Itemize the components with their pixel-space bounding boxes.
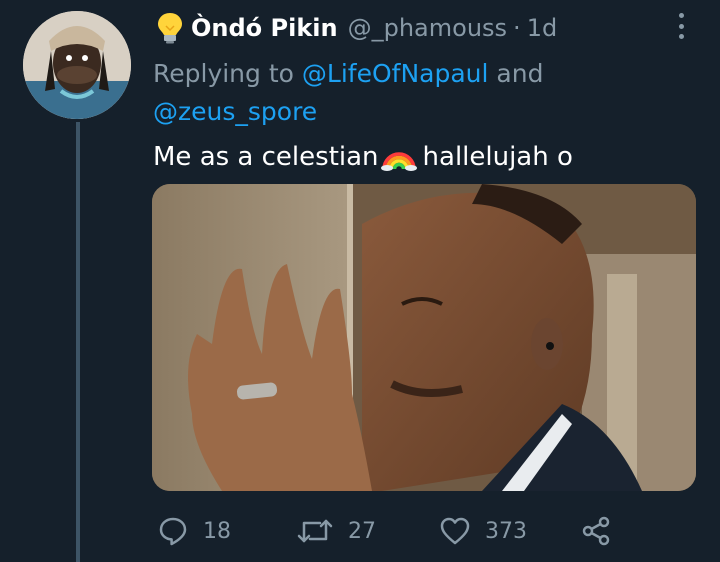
rainbow-emoji <box>380 152 417 171</box>
tweet-text: Me as a celestian hallelujah o <box>153 139 573 175</box>
more-options-icon[interactable] <box>671 10 691 42</box>
thread-line <box>76 122 80 562</box>
tweet-text-end: hallelujah o <box>422 142 573 172</box>
retweet-icon <box>297 519 333 543</box>
tweet-text-start: Me as a celestian <box>153 142 379 172</box>
tweet-time[interactable]: 1d <box>527 10 558 46</box>
reply-count: 18 <box>203 518 231 544</box>
lightbulb-emoji <box>158 13 182 44</box>
share-icon <box>582 516 610 546</box>
author-handle[interactable]: @_phamouss <box>348 10 507 46</box>
share-button[interactable] <box>580 515 612 547</box>
like-button[interactable]: 373 <box>439 515 527 547</box>
mention-link[interactable]: @zeus_spore <box>153 97 317 126</box>
reply-icon <box>159 517 187 546</box>
replying-conjunction: and <box>496 59 544 88</box>
tweet-media-image[interactable] <box>152 184 696 491</box>
author-name[interactable]: Òndó Pikin <box>191 10 338 46</box>
separator-dot: · <box>513 14 521 42</box>
heart-icon <box>440 517 470 545</box>
avatar[interactable] <box>23 11 131 119</box>
retweet-count: 27 <box>348 518 376 544</box>
retweet-button[interactable]: 27 <box>296 515 376 547</box>
replying-prefix: Replying to <box>153 59 294 88</box>
tweet[interactable]: Òndó Pikin @_phamouss · 1d Replying to @… <box>0 0 720 562</box>
reply-button[interactable]: 18 <box>157 515 231 547</box>
tweet-header: Òndó Pikin @_phamouss · 1d <box>157 10 557 46</box>
like-count: 373 <box>485 518 527 544</box>
mention-link[interactable]: @LifeOfNapaul <box>302 59 489 88</box>
replying-to: Replying to @LifeOfNapaul and @zeus_spor… <box>153 55 633 131</box>
